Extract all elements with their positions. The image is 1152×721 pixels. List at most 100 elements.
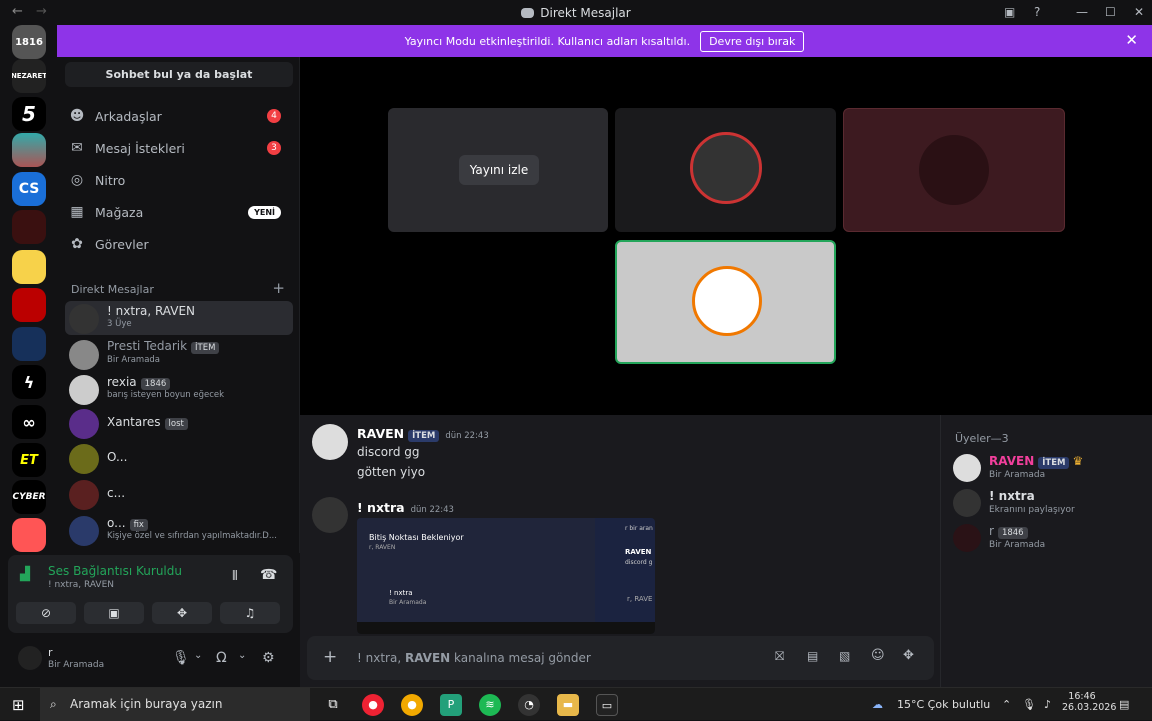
stream-tile[interactable]: Yayını izle [388, 108, 608, 232]
dm-item[interactable]: c... [65, 477, 293, 511]
server-icon[interactable]: NEZARET [12, 59, 46, 93]
dm-item[interactable]: Xantares lost [65, 406, 293, 440]
help-icon[interactable]: ? [1034, 5, 1040, 19]
app-icon[interactable]: ◔ [518, 694, 540, 716]
app-icon[interactable]: P [440, 694, 462, 716]
activities-button[interactable]: ✥ [152, 602, 212, 624]
discord-icon [521, 8, 535, 18]
mail-icon: ✉ [71, 140, 83, 156]
windows-taskbar: ⊞ ⌕ Aramak için buraya yazın ⧉ ● ● P ≋ ◔ … [0, 687, 1152, 721]
find-conversation-button[interactable]: Sohbet bul ya da başlat [65, 62, 293, 87]
member-item[interactable]: RAVEN İTEM ♛ Bir Aramada [953, 452, 1143, 484]
avatar [69, 444, 99, 474]
soundboard-button[interactable]: ♫ [220, 602, 280, 624]
dm-item[interactable]: Presti Tedarik İTEM Bir Aramada [65, 337, 293, 371]
clock[interactable]: 16:46 26.03.2026 [1062, 691, 1116, 713]
settings-gear-icon[interactable]: ⚙ [262, 650, 275, 666]
voice-channel[interactable]: ! nxtra, RAVEN [48, 580, 114, 590]
add-attachment-icon[interactable]: + [323, 647, 337, 667]
avatar[interactable] [312, 424, 348, 460]
file-explorer-icon[interactable]: ▬ [557, 694, 579, 716]
weather-text[interactable]: 15°C Çok bulutlu [897, 688, 990, 721]
server-icon[interactable]: 5 [12, 97, 46, 131]
task-view-icon[interactable]: ⧉ [322, 694, 344, 716]
volume-icon[interactable]: ♪ [1044, 688, 1051, 721]
member-list-header: Üyeler—3 [955, 432, 1009, 445]
chrome-canary-icon[interactable]: ● [401, 694, 423, 716]
nav-message-requests[interactable]: ✉ Mesaj İstekleri 3 [65, 134, 293, 162]
microphone-icon[interactable]: 🎙︎ [172, 650, 190, 666]
member-list: Üyeler—3 RAVEN İTEM ♛ Bir Aramada ! nxtra … [940, 415, 1152, 687]
avatar [69, 516, 99, 546]
banner-text: Yayıncı Modu etkinleştirildi. Kullanıcı … [404, 34, 691, 48]
spotify-icon[interactable]: ≋ [479, 694, 501, 716]
apps-icon[interactable]: ✥ [903, 648, 914, 663]
server-icon[interactable]: ϟ [12, 365, 46, 399]
minimize-icon[interactable]: — [1076, 5, 1088, 19]
member-item[interactable]: ! nxtra Ekranını paylaşıyor [953, 487, 1143, 519]
maximize-icon[interactable]: ☐ [1105, 5, 1116, 19]
weather-icon[interactable]: ☁ [872, 688, 883, 721]
nav-nitro[interactable]: ◎ Nitro [65, 166, 293, 194]
avatar[interactable] [312, 497, 348, 533]
emoji-icon[interactable]: ☺ [871, 648, 885, 663]
screenshot-attachment[interactable]: Bitiş Noktası Bekleniyor r, RAVEN ! nxtr… [357, 518, 655, 634]
notifications-icon[interactable]: ▤ [1119, 688, 1129, 721]
gift-icon[interactable]: ⛝ [775, 649, 784, 664]
message-input[interactable]: ! nxtra, RAVEN kanalına mesaj gönder [357, 651, 591, 665]
chevron-down-icon[interactable]: ⌄ [238, 650, 246, 661]
server-icon[interactable] [12, 133, 46, 167]
server-icon[interactable]: CYBER [12, 480, 46, 514]
microphone-icon[interactable]: 🎙︎ [1022, 688, 1036, 721]
server-icon[interactable]: 1816 [12, 25, 46, 59]
message-text: discord gg [357, 445, 420, 459]
camera-button[interactable]: ⊘ [16, 602, 76, 624]
watch-stream-button[interactable]: Yayını izle [459, 155, 539, 185]
message-author[interactable]: ! nxtra dün 22:43 [357, 500, 454, 515]
message-author[interactable]: RAVEN İTEM dün 22:43 [357, 426, 489, 442]
avatar[interactable] [18, 646, 42, 670]
disable-streamer-mode-button[interactable]: Devre dışı bırak [700, 30, 805, 52]
server-icon[interactable] [12, 327, 46, 361]
screen-share-button[interactable]: ▣ [84, 602, 144, 624]
terminal-icon[interactable]: ▭ [596, 694, 618, 716]
tray-overflow-icon[interactable]: ⌃ [1002, 688, 1011, 721]
create-dm-icon[interactable]: + [272, 279, 285, 297]
server-icon[interactable]: ET [12, 443, 46, 477]
inbox-icon[interactable]: ▣ [1004, 5, 1015, 19]
close-window-icon[interactable]: ✕ [1134, 5, 1144, 19]
nav-shop[interactable]: ▦ Mağaza YENİ [65, 198, 293, 226]
avatar [69, 480, 99, 510]
server-icon[interactable] [12, 288, 46, 322]
chrome-icon[interactable]: ● [362, 694, 384, 716]
nav-friends[interactable]: ☻ Arkadaşlar 4 [65, 102, 293, 130]
gif-icon[interactable]: ▤ [807, 649, 818, 663]
server-icon[interactable]: ∞ [12, 405, 46, 439]
participant-tile[interactable] [615, 108, 836, 232]
windows-start-icon[interactable]: ⊞ [12, 696, 25, 714]
server-icon[interactable] [12, 210, 46, 244]
member-item[interactable]: r 1846 Bir Aramada [953, 522, 1143, 554]
participant-tile[interactable] [843, 108, 1065, 232]
chevron-down-icon[interactable]: ⌄ [194, 650, 202, 661]
participant-tile[interactable] [615, 240, 836, 364]
server-icon[interactable] [12, 250, 46, 284]
dm-item[interactable]: rexia 1846 barış isteyen boyun eğecek [65, 372, 293, 406]
disconnect-icon[interactable]: ☎ [260, 567, 277, 583]
noise-icon[interactable]: ⦀ [232, 569, 238, 584]
headphones-icon[interactable]: Ω [216, 650, 227, 666]
avatar [69, 375, 99, 405]
dm-header: Direkt Mesajlar [71, 283, 154, 296]
sticker-icon[interactable]: ▧ [839, 649, 850, 663]
taskbar-search[interactable]: ⌕ Aramak için buraya yazın [40, 688, 310, 721]
title-bar: ← → Direkt Mesajlar ▣ ? — ☐ ✕ [0, 0, 1152, 25]
friends-icon: ☻ [69, 108, 85, 124]
avatar [69, 340, 99, 370]
server-icon[interactable] [12, 518, 46, 552]
dm-item[interactable]: ! nxtra, RAVEN 3 Üye [65, 301, 293, 335]
dm-item[interactable]: O... [65, 441, 293, 475]
server-icon[interactable]: CS [12, 172, 46, 206]
dm-item[interactable]: o... fix Kişiye özel ve sıfırdan yapılmak… [65, 513, 293, 547]
close-banner-icon[interactable]: ✕ [1125, 31, 1138, 49]
nav-quests[interactable]: ✿ Görevler [65, 230, 293, 258]
